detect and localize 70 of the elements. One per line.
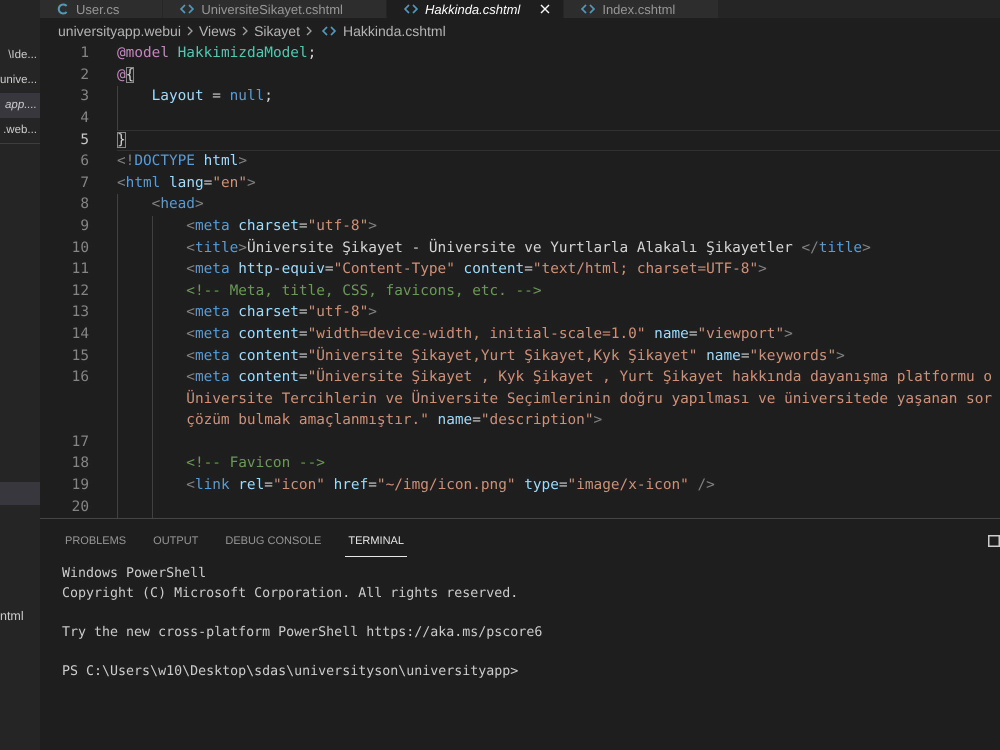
- code-line: <html lang="en">: [117, 174, 256, 193]
- line-number: 9: [80, 218, 89, 234]
- open-editor-item[interactable]: app....: [0, 93, 40, 118]
- code-line: Layout = null;: [152, 87, 273, 106]
- panel-tab[interactable]: DEBUG CONSOLE: [222, 527, 324, 558]
- panel-tab[interactable]: PROBLEMS: [62, 527, 130, 558]
- code-line: @model HakkimizdaModel;: [117, 44, 316, 64]
- code-brackets-icon: [581, 4, 596, 14]
- open-editor-item[interactable]: unive...: [0, 68, 40, 93]
- line-number: 2: [80, 66, 89, 83]
- terminal-line: PS C:\Users\w10\Desktop\sdas\universityson\universityapp>: [62, 662, 518, 681]
- line-number: 17: [72, 434, 89, 450]
- line-number: 4: [80, 110, 89, 126]
- code-line: <link rel="icon" href="~/img/icon.png" type="image/x-icon" />: [186, 476, 715, 496]
- code-line: <title>Üniversite Şikayet - Üniversite ve Yurtlarla Alakalı Şikayetler </title>: [186, 238, 871, 258]
- breadcrumb-item[interactable]: Sikayet: [254, 22, 300, 39]
- close-icon[interactable]: [540, 4, 550, 14]
- chevron-right-icon: [306, 26, 312, 36]
- line-number: 13: [72, 304, 89, 320]
- open-editor-item[interactable]: \Ide...: [0, 43, 40, 68]
- line-number: 20: [72, 498, 89, 515]
- breadcrumb-item[interactable]: Hakkinda.cshtml: [342, 22, 446, 39]
- line-number: 1: [80, 45, 89, 62]
- code-line: <meta charset="utf-8">: [186, 216, 377, 236]
- line-number: 12: [72, 282, 89, 299]
- code-line: <meta content="Üniversite Şikayet , Kyk Şikayet , Yurt Şikayet hakkında dayanışma platformu o: [186, 367, 992, 388]
- code-line: <meta http-equiv="Content-Type" content="text/html; charset=UTF-8">: [186, 260, 767, 280]
- square-icon[interactable]: [988, 535, 1000, 548]
- terminal-line: Copyright (C) Microsoft Corporation. All rights reserved.: [62, 584, 518, 603]
- code-line: <head>: [152, 195, 204, 214]
- line-number: 11: [72, 261, 89, 278]
- breadcrumb-item[interactable]: Views: [198, 22, 236, 39]
- editor-tab[interactable]: Index.cshtml: [564, 0, 720, 18]
- editor-tab[interactable]: User.cs: [40, 0, 164, 18]
- editor-tab[interactable]: UniversiteSikayet.cshtml: [163, 0, 387, 18]
- panel-tab[interactable]: OUTPUT: [150, 527, 202, 558]
- code-brackets-icon: [404, 4, 418, 14]
- line-number: 8: [80, 196, 89, 212]
- code-line: @{: [117, 66, 134, 85]
- terminal-line: Windows PowerShell: [62, 565, 206, 584]
- line-number: 14: [72, 326, 89, 342]
- chevron-right-icon: [242, 26, 248, 36]
- terminal-line: Try the new cross-platform PowerShell https://aka.ms/pscore6: [62, 624, 542, 642]
- panel-tab[interactable]: TERMINAL: [345, 527, 407, 558]
- line-number: 18: [72, 455, 89, 472]
- line-number: 15: [72, 348, 89, 364]
- file-type-icon: [57, 3, 69, 15]
- line-number: 10: [72, 240, 89, 256]
- code-line: Üniversite Tercihlerin ve Üniversite Seçimlerinin doğru yapılması ve üniversitede yaşanan sor: [186, 388, 992, 409]
- code-line: <!DOCTYPE html>: [117, 152, 247, 172]
- chevron-right-icon: [186, 26, 193, 36]
- code-brackets-icon: [180, 4, 194, 14]
- explorer-row[interactable]: ntml: [0, 605, 40, 628]
- code-line: <meta content="Üniversite Şikayet,Yurt Şikayet,Kyk Şikayet" name="keywords">: [186, 346, 845, 366]
- code-line: }: [117, 130, 126, 150]
- code-line: <meta content="width=device-width, initial-scale=1.0" name="viewport">: [186, 324, 793, 344]
- line-number: 19: [72, 477, 89, 494]
- code-brackets-icon: [322, 26, 336, 36]
- line-number: 16: [72, 369, 89, 386]
- code-line: <meta charset="utf-8">: [186, 303, 377, 322]
- code-line: <!-- Favicon -->: [186, 454, 325, 474]
- breadcrumb-item[interactable]: universityapp.webui: [58, 22, 181, 39]
- open-editor-item[interactable]: .web...: [0, 118, 40, 143]
- line-number: 7: [80, 174, 89, 191]
- code-line: çözüm bulmak amaçlanmıştır." name="description">: [186, 411, 602, 430]
- line-number: 3: [80, 88, 89, 104]
- code-line: <!-- Meta, title, CSS, favicons, etc. -->: [186, 282, 542, 301]
- line-number: 5: [80, 132, 89, 148]
- editor-tab[interactable]: Hakkinda.cshtml: [386, 0, 564, 18]
- line-number: 6: [80, 153, 89, 170]
